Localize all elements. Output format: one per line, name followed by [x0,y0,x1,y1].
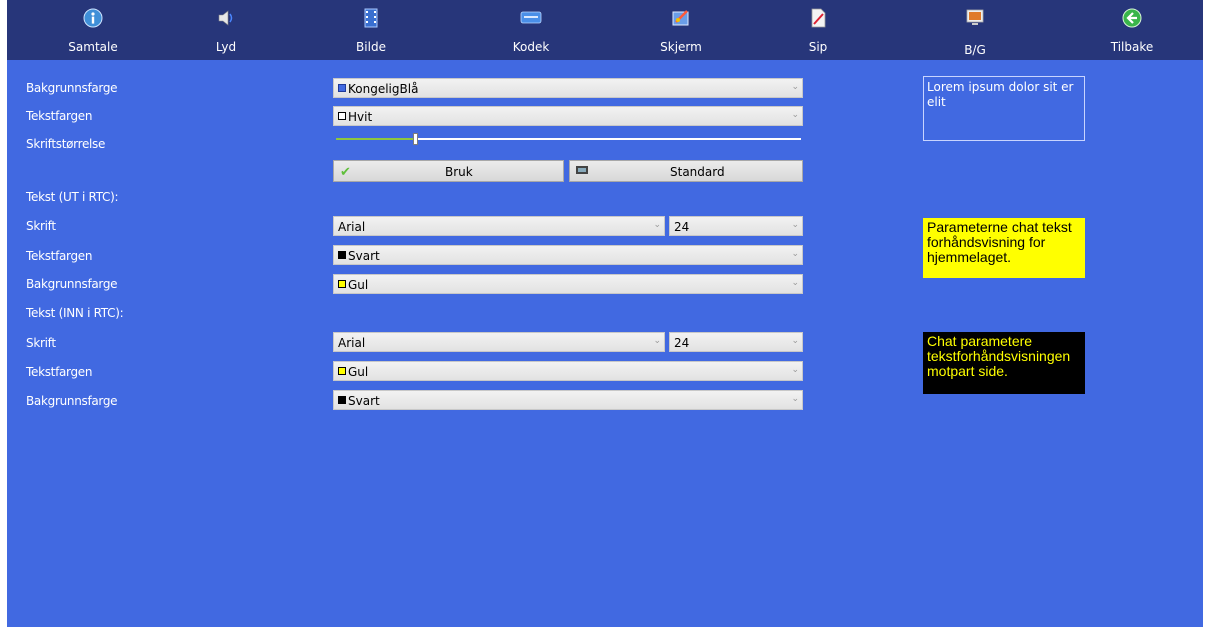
nav-samtale-label: Samtale [68,40,118,54]
back-arrow-icon [1122,8,1142,28]
out-text-color-label: Tekstfargen [26,249,93,263]
in-text-color-select[interactable]: Gul ⌄ [333,361,803,381]
document-pen-icon [811,8,826,28]
nav-bg[interactable]: B/G [935,0,1015,60]
default-button-label: Standard [670,165,725,179]
chevron-down-icon: ⌄ [653,336,661,346]
out-font-select[interactable]: Arial ⌄ [333,216,665,236]
out-background-color-select[interactable]: Gul ⌄ [333,274,803,294]
font-size-slider[interactable] [336,133,801,145]
film-icon [364,8,378,28]
chevron-down-icon: ⌄ [791,249,799,259]
apply-button-label: Bruk [445,165,473,179]
chevron-down-icon: ⌄ [653,220,661,230]
background-color-label: Bakgrunnsfarge [26,81,118,95]
settings-window: Samtale Lyd Bilde Kodek Skjerm Sip B/G T… [7,0,1203,627]
chevron-down-icon: ⌄ [791,278,799,288]
nav-sip-label: Sip [808,40,828,54]
background-color-value: KongeligBlå [348,82,419,96]
nav-tilbake[interactable]: Tilbake [1092,0,1172,60]
monitor-icon [576,166,588,174]
text-color-label: Tekstfargen [26,109,93,123]
in-font-label: Skrift [26,336,56,350]
in-size-value: 24 [674,336,690,350]
nav-samtale[interactable]: Samtale [53,0,133,60]
chevron-down-icon: ⌄ [791,82,799,92]
out-section-heading: Tekst (UT i RTC): [26,190,119,204]
slider-thumb[interactable] [413,133,419,145]
default-button[interactable]: Standard [569,160,803,182]
nav-sip[interactable]: Sip [778,0,858,60]
in-background-color-select[interactable]: Svart ⌄ [333,390,803,410]
out-size-select[interactable]: 24 ⌄ [669,216,803,236]
out-font-value: Arial [338,220,366,234]
in-font-value: Arial [338,336,366,350]
nav-kodek[interactable]: Kodek [491,0,571,60]
in-preview-box: Chat parametere tekstforhåndsvisningen m… [923,332,1085,394]
top-navigation-bar: Samtale Lyd Bilde Kodek Skjerm Sip B/G T… [7,0,1203,60]
paint-icon [672,10,689,26]
chevron-down-icon: ⌄ [791,365,799,375]
color-swatch [338,280,346,288]
info-icon [83,8,103,28]
nav-lyd-label: Lyd [215,40,237,54]
in-text-color-value: Gul [348,365,369,379]
chevron-down-icon: ⌄ [791,336,799,346]
nav-bilde-label: Bilde [356,40,386,54]
in-text-color-label: Tekstfargen [26,365,93,379]
general-preview-box: Lorem ipsum dolor sit er elit [923,76,1085,141]
nav-skjerm[interactable]: Skjerm [641,0,721,60]
out-font-label: Skrift [26,219,56,233]
color-swatch [338,84,346,92]
background-color-select[interactable]: KongeligBlå ⌄ [333,78,803,98]
out-preview-box: Parameterne chat tekst forhåndsvisning f… [923,218,1085,278]
out-size-value: 24 [674,220,690,234]
chevron-down-icon: ⌄ [791,220,799,230]
chevron-down-icon: ⌄ [791,394,799,404]
nav-bilde[interactable]: Bilde [331,0,411,60]
speaker-icon [218,10,233,26]
color-swatch [338,396,346,404]
in-background-color-label: Bakgrunnsfarge [26,394,118,408]
in-background-color-value: Svart [348,394,380,408]
in-section-heading: Tekst (INN i RTC): [26,306,124,320]
color-swatch [338,112,346,120]
apply-button[interactable]: ✔ Bruk [333,160,564,182]
nav-bg-label: B/G [964,43,986,57]
in-font-select[interactable]: Arial ⌄ [333,332,665,352]
slider-fill [336,138,416,140]
out-background-color-label: Bakgrunnsfarge [26,277,118,291]
font-size-label: Skriftstørrelse [26,137,106,151]
out-text-color-select[interactable]: Svart ⌄ [333,245,803,265]
nav-kodek-label: Kodek [512,40,550,54]
codec-icon [520,11,542,24]
color-swatch [338,251,346,259]
in-size-select[interactable]: 24 ⌄ [669,332,803,352]
chevron-down-icon: ⌄ [791,110,799,120]
monitor-icon [966,9,984,25]
text-color-select[interactable]: Hvit ⌄ [333,106,803,126]
color-swatch [338,367,346,375]
checkmark-icon: ✔ [340,165,351,180]
out-text-color-value: Svart [348,249,380,263]
out-background-color-value: Gul [348,278,369,292]
nav-tilbake-label: Tilbake [1110,40,1154,54]
text-color-value: Hvit [348,110,373,124]
nav-lyd[interactable]: Lyd [186,0,266,60]
nav-skjerm-label: Skjerm [660,40,702,54]
